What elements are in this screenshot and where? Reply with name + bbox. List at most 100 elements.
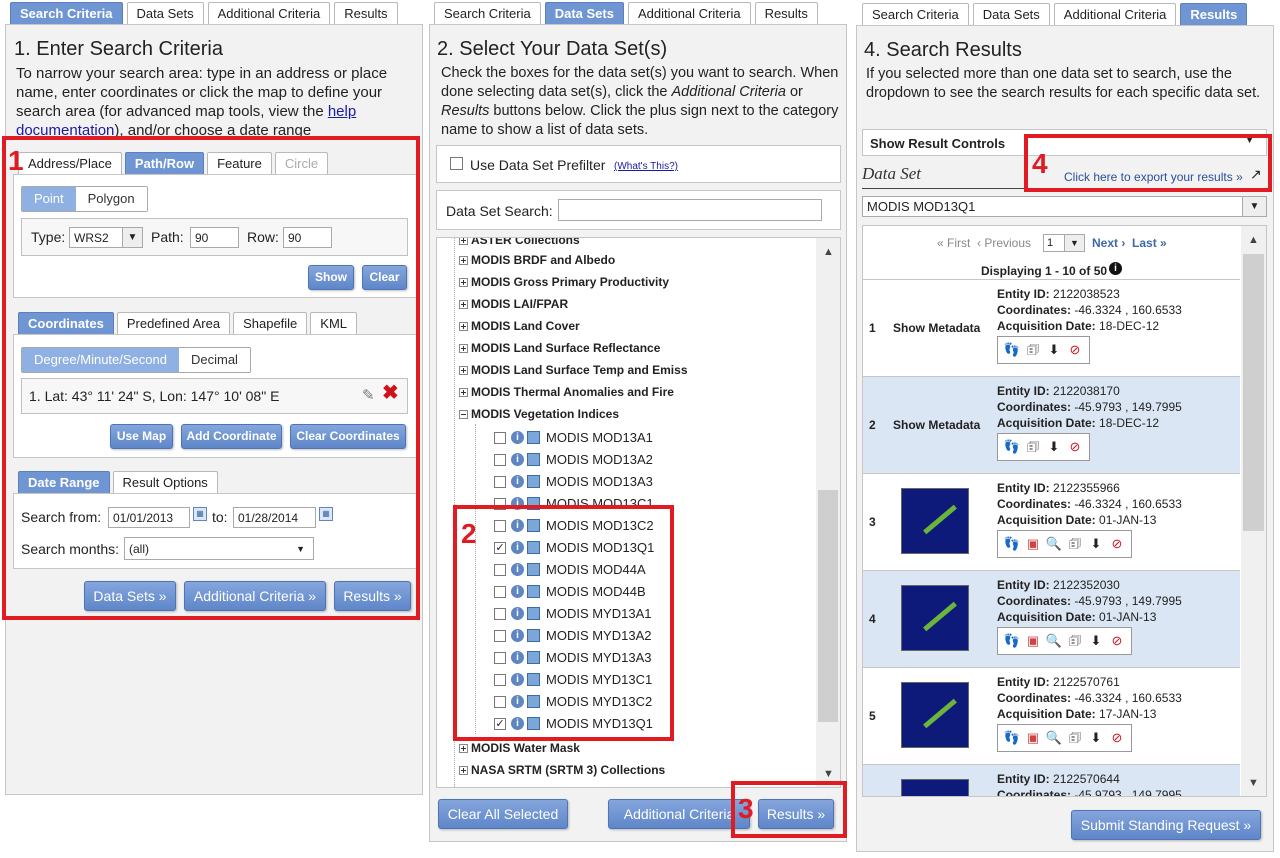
scrollbar-thumb[interactable]: [1243, 254, 1264, 531]
page-select[interactable]: 1 ▼: [1043, 234, 1085, 252]
tab-additional-criteria[interactable]: Additional Criteria: [627, 2, 751, 24]
compare-icon[interactable]: 🗊: [1066, 632, 1084, 650]
prefilter-checkbox[interactable]: [450, 157, 463, 170]
tree-category[interactable]: MODIS Land Cover: [459, 319, 580, 333]
plus-icon[interactable]: [459, 766, 468, 775]
scrollbar-thumb[interactable]: [818, 490, 838, 722]
info-icon[interactable]: i: [1109, 262, 1122, 275]
footprint-icon[interactable]: 👣: [1003, 438, 1021, 456]
tab-additional-criteria[interactable]: Additional Criteria: [1053, 3, 1177, 25]
tab-search-criteria[interactable]: Search Criteria: [434, 2, 541, 24]
data-set-select[interactable]: MODIS MOD13Q1 ▼: [862, 196, 1267, 217]
pager-first[interactable]: « First: [937, 236, 970, 250]
tree-category[interactable]: MODIS BRDF and Albedo: [459, 253, 615, 267]
browse-thumbnail[interactable]: [901, 585, 969, 651]
browse-thumbnail[interactable]: [901, 682, 969, 748]
tree-category[interactable]: NASA SRTM (SRTM 3) Collections: [459, 763, 665, 777]
overlay-icon[interactable]: ▣: [1024, 632, 1042, 650]
plus-icon[interactable]: [459, 300, 468, 309]
download-icon[interactable]: ⬇: [1045, 341, 1063, 359]
tab-search-criteria[interactable]: Search Criteria: [862, 3, 969, 25]
exclude-icon[interactable]: ⊘: [1108, 729, 1126, 747]
footprint-icon[interactable]: 👣: [1003, 729, 1021, 747]
compare-icon[interactable]: 🗊: [1066, 729, 1084, 747]
info-icon[interactable]: i: [511, 431, 524, 444]
exclude-icon[interactable]: ⊘: [1066, 438, 1084, 456]
download-icon[interactable]: ⬇: [1087, 535, 1105, 553]
scroll-up-icon[interactable]: ▲: [1248, 234, 1259, 246]
plus-icon[interactable]: [459, 744, 468, 753]
pager-previous[interactable]: ‹ Previous: [977, 236, 1031, 250]
plus-icon[interactable]: [459, 388, 468, 397]
download-icon[interactable]: ⬇: [1087, 632, 1105, 650]
tree-category[interactable]: MODIS LAI/FPAR: [459, 297, 568, 311]
overlay-icon[interactable]: ▣: [1024, 729, 1042, 747]
plus-icon[interactable]: [459, 278, 468, 287]
tab-data-sets[interactable]: Data Sets: [544, 2, 624, 24]
tab-results[interactable]: Results: [334, 2, 398, 24]
info-icon[interactable]: i: [511, 475, 524, 488]
tab-results[interactable]: Results: [754, 2, 818, 24]
show-metadata-link[interactable]: Show Metadata: [893, 418, 980, 432]
compare-icon[interactable]: 🗊: [1066, 535, 1084, 553]
dataset-item[interactable]: i MODIS MOD13A1: [494, 430, 653, 445]
plus-icon[interactable]: [459, 344, 468, 353]
tree-category[interactable]: ASTER Collections: [459, 238, 580, 247]
plus-icon[interactable]: [459, 366, 468, 375]
tree-category[interactable]: MODIS Water Mask: [459, 741, 580, 755]
tab-additional-criteria[interactable]: Additional Criteria: [207, 2, 331, 24]
tree-category-expanded[interactable]: MODIS Vegetation Indices: [459, 407, 619, 421]
pager-next[interactable]: Next ›: [1092, 236, 1125, 250]
tab-results[interactable]: Results: [1180, 3, 1248, 25]
show-metadata-link[interactable]: Show Metadata: [893, 321, 980, 335]
clear-all-selected-button[interactable]: Clear All Selected: [438, 799, 568, 829]
dataset-checkbox[interactable]: [494, 453, 506, 466]
map-layer-icon[interactable]: [527, 453, 540, 466]
tab-data-sets[interactable]: Data Sets: [972, 3, 1050, 25]
exclude-icon[interactable]: ⊘: [1066, 341, 1084, 359]
results-scrollbar[interactable]: ▲ ▼: [1241, 226, 1266, 796]
scroll-up-icon[interactable]: ▲: [823, 246, 834, 258]
plus-icon[interactable]: [459, 256, 468, 265]
compare-icon[interactable]: 🗊: [1024, 341, 1042, 359]
footprint-icon[interactable]: 👣: [1003, 632, 1021, 650]
dataset-item[interactable]: i MODIS MOD13A2: [494, 452, 653, 467]
whats-this-link[interactable]: (What's This?): [614, 161, 678, 172]
minus-icon[interactable]: [459, 410, 468, 419]
footprint-icon[interactable]: 👣: [1003, 535, 1021, 553]
download-icon[interactable]: ⬇: [1045, 438, 1063, 456]
tree-category[interactable]: MODIS Thermal Anomalies and Fire: [459, 385, 674, 399]
zoom-icon[interactable]: 🔍: [1045, 535, 1063, 553]
footprint-icon[interactable]: 👣: [1003, 341, 1021, 359]
scroll-down-icon[interactable]: ▼: [823, 768, 834, 780]
pager-last[interactable]: Last »: [1132, 236, 1167, 250]
zoom-icon[interactable]: 🔍: [1045, 729, 1063, 747]
map-layer-icon[interactable]: [527, 475, 540, 488]
tree-category[interactable]: MODIS Land Surface Temp and Emiss: [459, 363, 688, 377]
additional-criteria-button[interactable]: Additional Criteria: [608, 799, 750, 829]
tree-category[interactable]: MODIS Gross Primary Productivity: [459, 275, 669, 289]
dataset-checkbox[interactable]: [494, 475, 506, 488]
plus-icon[interactable]: [459, 322, 468, 331]
dataset-item[interactable]: i MODIS MOD13A3: [494, 474, 653, 489]
tab-data-sets[interactable]: Data Sets: [126, 2, 204, 24]
data-set-search-input[interactable]: [558, 199, 822, 221]
tab-search-criteria[interactable]: Search Criteria: [10, 2, 123, 24]
zoom-icon[interactable]: 🔍: [1045, 632, 1063, 650]
browse-thumbnail[interactable]: [901, 488, 969, 554]
plus-icon[interactable]: [459, 238, 468, 245]
submit-standing-request-button[interactable]: Submit Standing Request »: [1071, 810, 1261, 840]
overlay-icon[interactable]: ▣: [1024, 535, 1042, 553]
scroll-down-icon[interactable]: ▼: [1248, 777, 1259, 789]
compare-icon[interactable]: 🗊: [1024, 438, 1042, 456]
download-icon[interactable]: ⬇: [1087, 729, 1105, 747]
result-details: Entity ID: 2122352030 Coordinates: -45.9…: [997, 578, 1182, 624]
map-layer-icon[interactable]: [527, 431, 540, 444]
info-icon[interactable]: i: [511, 453, 524, 466]
dataset-checkbox[interactable]: [494, 431, 506, 444]
tree-category[interactable]: MODIS Land Surface Reflectance: [459, 341, 660, 355]
exclude-icon[interactable]: ⊘: [1108, 535, 1126, 553]
browse-thumbnail[interactable]: [901, 779, 969, 796]
exclude-icon[interactable]: ⊘: [1108, 632, 1126, 650]
tree-scrollbar[interactable]: ▲ ▼: [816, 238, 840, 787]
